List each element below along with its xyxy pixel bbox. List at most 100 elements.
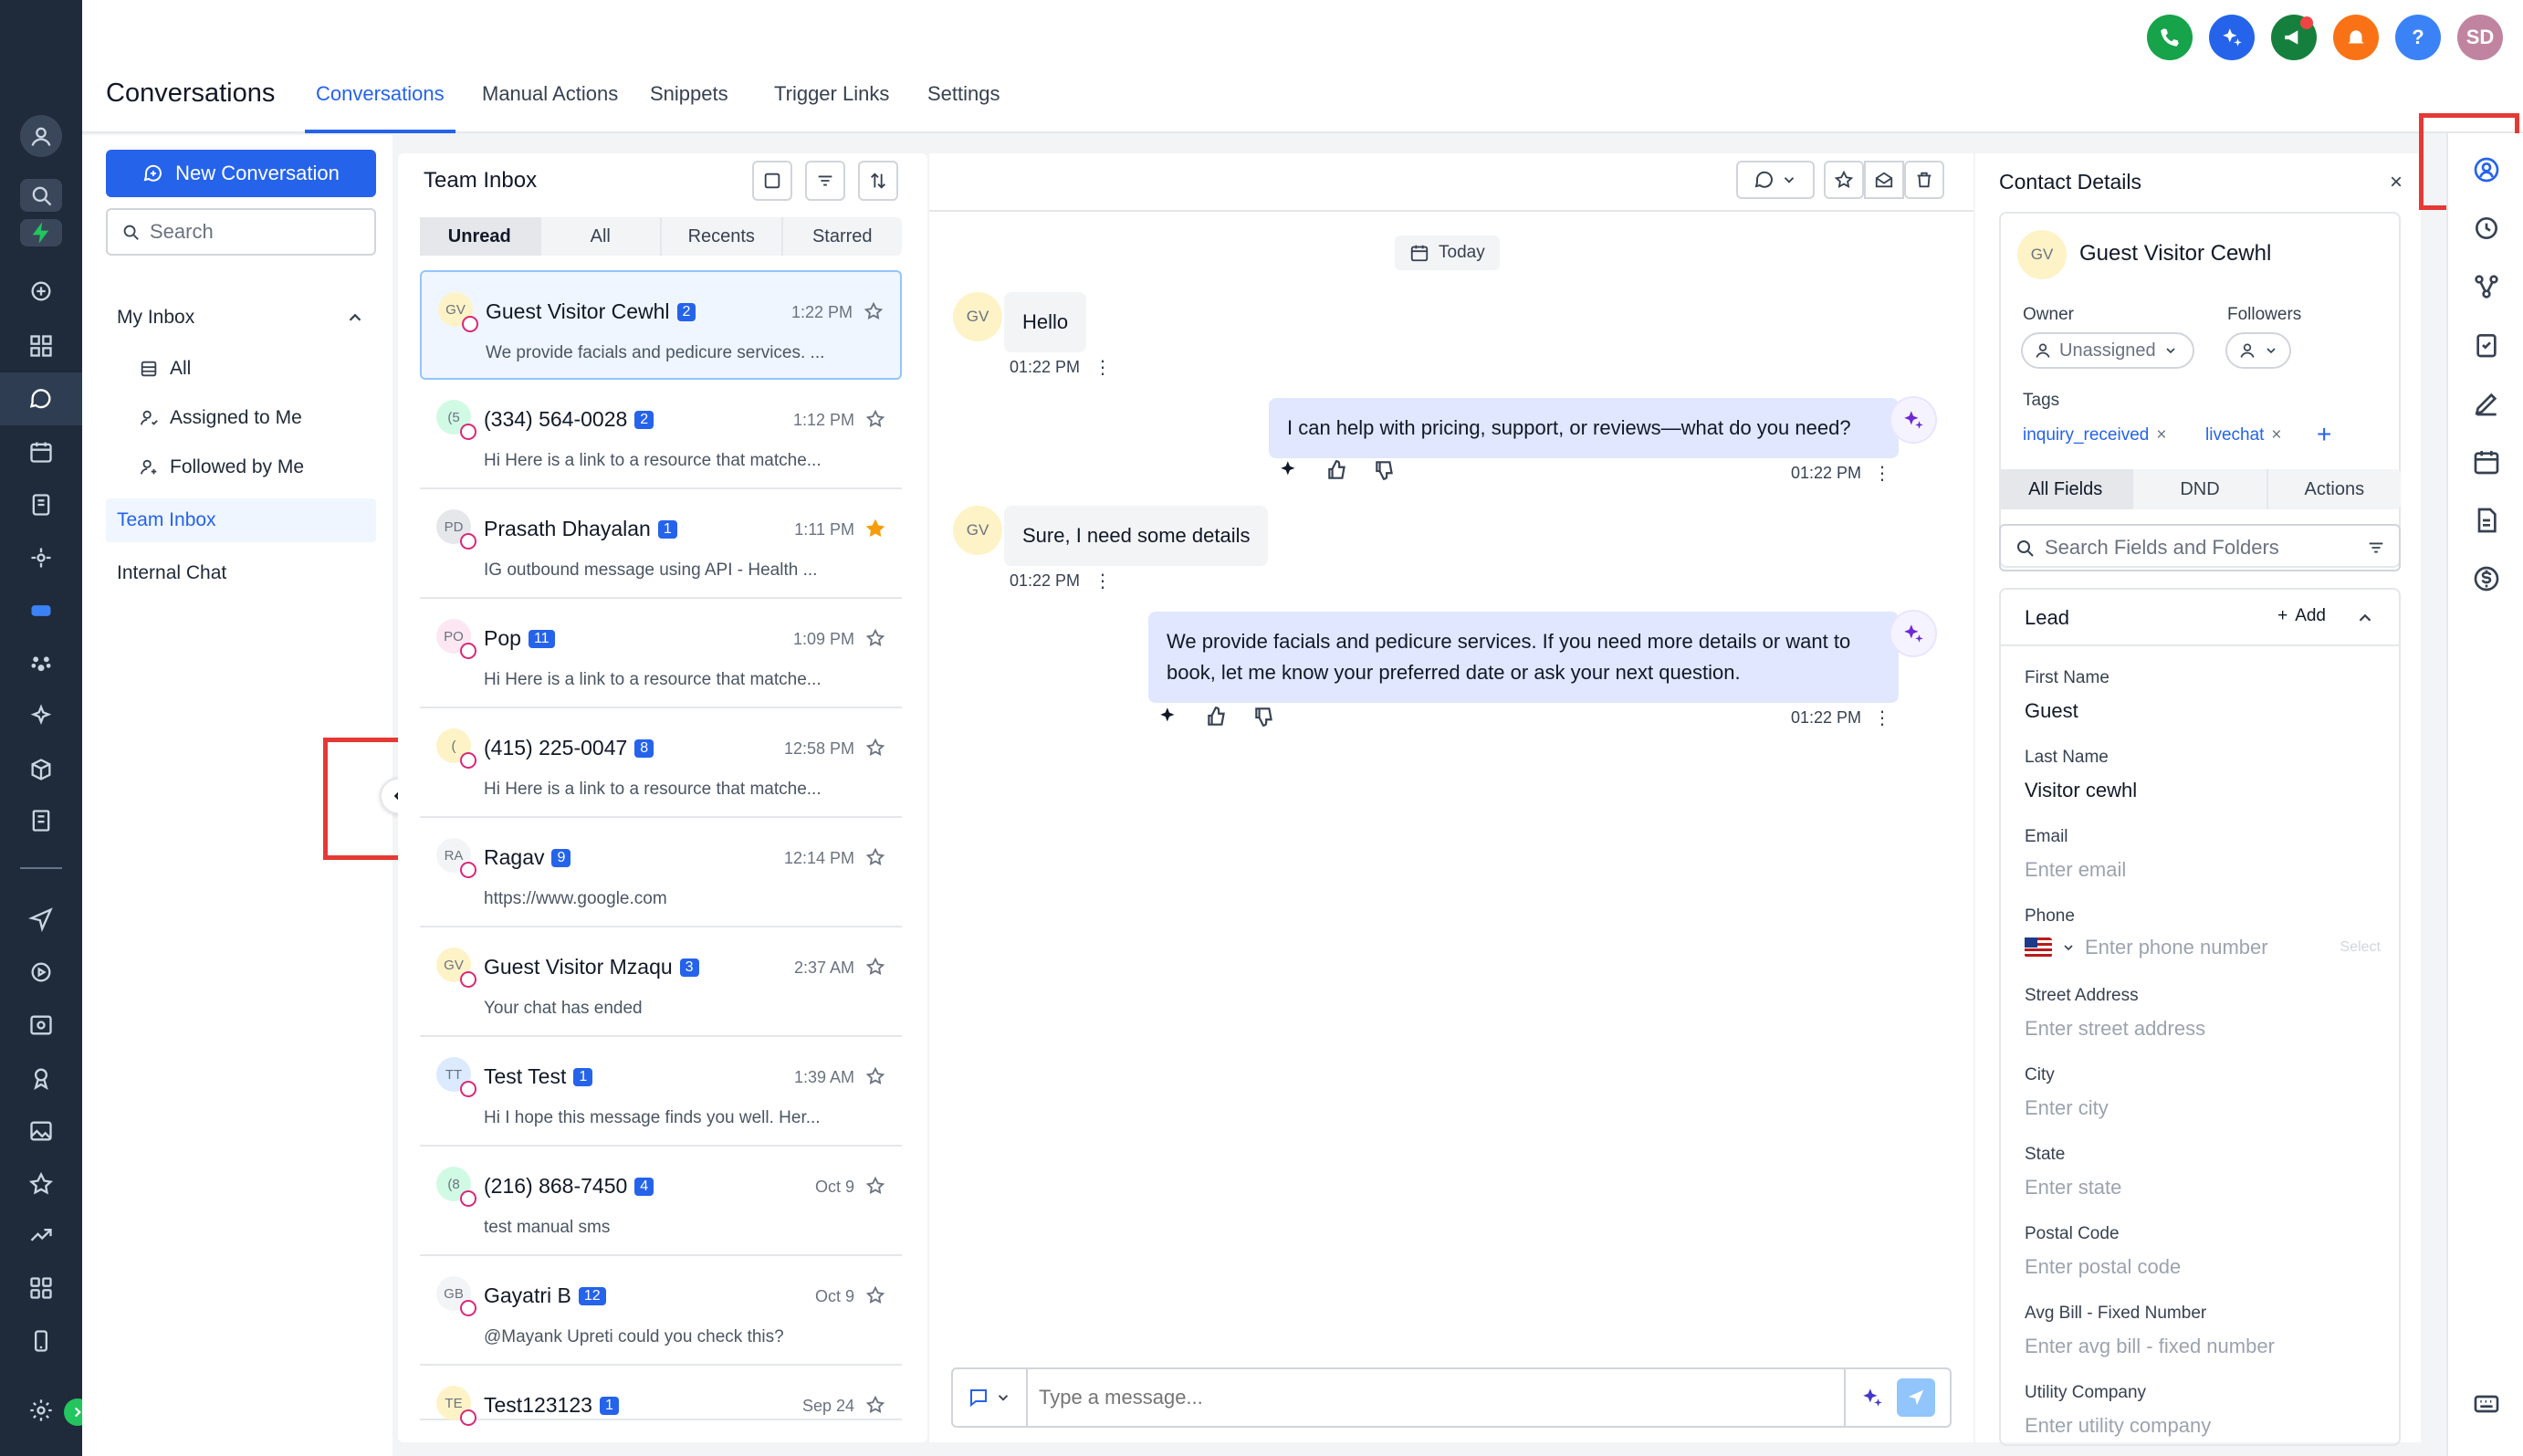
- mark-read-button[interactable]: [1864, 161, 1904, 199]
- star-icon[interactable]: [865, 628, 885, 648]
- star-conversation-button[interactable]: [1824, 161, 1864, 199]
- more-options-icon[interactable]: ⋮: [1094, 570, 1112, 592]
- payments-icon[interactable]: [20, 590, 62, 632]
- account-avatar-icon[interactable]: [20, 115, 62, 157]
- star-icon[interactable]: [865, 1285, 885, 1305]
- calendar-icon[interactable]: [20, 431, 62, 473]
- sidebar-item-internal-chat[interactable]: Internal Chat: [106, 551, 376, 595]
- tab-actions[interactable]: Actions: [2268, 469, 2401, 509]
- conversation-item[interactable]: PD Prasath Dhayalan 1 1:11 PM IG outbound me…: [420, 489, 902, 599]
- automation-icon[interactable]: [20, 696, 62, 738]
- channel-select-button[interactable]: [953, 1369, 1028, 1426]
- filter-icon[interactable]: [2366, 538, 2386, 558]
- reputation-icon[interactable]: [20, 1057, 62, 1099]
- help-button[interactable]: ?: [2395, 15, 2441, 60]
- owner-select[interactable]: Unassigned: [2021, 332, 2194, 369]
- more-options-icon[interactable]: ⋮: [1094, 356, 1112, 379]
- chevron-up-icon[interactable]: [2355, 608, 2375, 628]
- star-icon[interactable]: [20, 1163, 62, 1205]
- history-icon[interactable]: [2472, 214, 2501, 243]
- opportunities-icon[interactable]: [20, 537, 62, 579]
- reporting-icon[interactable]: [20, 1004, 62, 1046]
- tab-all[interactable]: All: [541, 217, 662, 256]
- memberships-icon[interactable]: [20, 800, 62, 842]
- sidebar-item-assigned[interactable]: Assigned to Me: [106, 396, 376, 440]
- phone-input[interactable]: Enter phone number: [2085, 936, 2331, 959]
- tab-conversations[interactable]: Conversations: [305, 82, 455, 133]
- mobile-icon[interactable]: [20, 1320, 62, 1362]
- field-search-input[interactable]: Search Fields and Folders: [1999, 524, 2401, 571]
- app-marketplace-icon[interactable]: [20, 1267, 62, 1309]
- new-conversation-button[interactable]: New Conversation: [106, 150, 376, 197]
- ai-sparkle-icon[interactable]: [2209, 15, 2255, 60]
- thumbs-down-icon[interactable]: [1373, 458, 1397, 482]
- conversation-item[interactable]: GV Guest Visitor Mzaqu 3 2:37 AM Your chat h…: [420, 927, 902, 1037]
- my-inbox-toggle[interactable]: My Inbox: [106, 296, 376, 340]
- tasks-icon[interactable]: [2472, 330, 2501, 360]
- phone-type-select[interactable]: Select: [2340, 939, 2381, 956]
- field-input[interactable]: Enter postal code: [2025, 1255, 2381, 1279]
- bolt-icon[interactable]: [20, 219, 62, 246]
- send-icon[interactable]: [20, 898, 62, 940]
- tab-trigger-links[interactable]: Trigger Links: [763, 82, 900, 133]
- ai-sparkle-icon[interactable]: [1278, 458, 1302, 482]
- tab-recents[interactable]: Recents: [662, 217, 783, 256]
- field-input[interactable]: Enter state: [2025, 1176, 2381, 1199]
- contacts-icon[interactable]: [20, 484, 62, 526]
- megaphone-icon[interactable]: [2271, 15, 2317, 60]
- sidebar-item-all[interactable]: All: [106, 347, 376, 391]
- star-icon[interactable]: [865, 1176, 885, 1196]
- payments-dollar-icon[interactable]: [2472, 564, 2501, 593]
- star-icon[interactable]: [865, 957, 885, 977]
- tab-snippets[interactable]: Snippets: [639, 82, 739, 133]
- star-icon[interactable]: [865, 519, 885, 539]
- tab-unread[interactable]: Unread: [420, 217, 541, 256]
- search-input[interactable]: Search: [106, 208, 376, 256]
- remove-tag-icon[interactable]: ×: [2156, 425, 2166, 445]
- field-input[interactable]: Enter street address: [2025, 1017, 2381, 1041]
- conversation-item[interactable]: (8 (216) 868-7450 4 Oct 9 test manual sms: [420, 1147, 902, 1256]
- star-icon[interactable]: [864, 301, 884, 321]
- media-play-icon[interactable]: [20, 951, 62, 993]
- send-button[interactable]: [1897, 1378, 1935, 1417]
- appointments-calendar-icon[interactable]: [2472, 447, 2501, 477]
- thumbs-up-icon[interactable]: [1205, 705, 1229, 728]
- sidebar-item-team-inbox[interactable]: Team Inbox: [106, 498, 376, 542]
- sort-button[interactable]: [858, 161, 898, 201]
- field-value[interactable]: Visitor cewhl: [2025, 779, 2381, 802]
- delete-conversation-button[interactable]: [1904, 161, 1944, 199]
- us-flag-icon[interactable]: [2025, 937, 2052, 958]
- image-icon[interactable]: [20, 1110, 62, 1152]
- ai-sparkle-icon[interactable]: [1157, 705, 1181, 728]
- field-value[interactable]: Guest: [2025, 699, 2381, 723]
- conversation-item[interactable]: RA Ragav 9 12:14 PM https://www.google.com: [420, 818, 902, 927]
- followers-select[interactable]: [2225, 332, 2291, 369]
- contact-profile-icon[interactable]: [2472, 155, 2501, 184]
- field-input[interactable]: Enter email: [2025, 858, 2381, 882]
- star-icon[interactable]: [865, 738, 885, 758]
- user-avatar[interactable]: SD: [2457, 15, 2503, 60]
- tab-dnd[interactable]: DND: [2133, 469, 2268, 509]
- select-all-checkbox[interactable]: [752, 161, 792, 201]
- more-options-icon[interactable]: ⋮: [1873, 707, 1891, 729]
- lead-section-header[interactable]: Lead + Add: [2001, 590, 2399, 646]
- star-icon[interactable]: [865, 1066, 885, 1086]
- conversations-icon[interactable]: [0, 372, 82, 425]
- settings-gear-icon[interactable]: [20, 1389, 62, 1431]
- tab-starred[interactable]: Starred: [783, 217, 903, 256]
- documents-icon[interactable]: [2472, 506, 2501, 535]
- conversation-item[interactable]: ((415) 225-0047 8 12:58 PM Hi Here is a lin…: [420, 708, 902, 818]
- launchpad-icon[interactable]: [20, 270, 62, 312]
- conversation-item[interactable]: TT Test Test 1 1:39 AM Hi I hope this messag…: [420, 1037, 902, 1147]
- ai-assist-icon[interactable]: [1860, 1386, 1884, 1409]
- chevron-down-icon[interactable]: [2061, 940, 2076, 955]
- more-options-icon[interactable]: ⋮: [1873, 462, 1891, 485]
- dashboard-icon[interactable]: [20, 325, 62, 367]
- sites-icon[interactable]: [20, 749, 62, 791]
- field-input[interactable]: Enter avg bill - fixed number: [2025, 1335, 2381, 1358]
- thumbs-down-icon[interactable]: [1252, 705, 1276, 728]
- channel-switch-button[interactable]: [1736, 161, 1815, 199]
- add-tag-icon[interactable]: +: [2317, 420, 2331, 449]
- conversation-item[interactable]: TE Test123123 1 Sep 24: [420, 1366, 902, 1426]
- star-icon[interactable]: [865, 847, 885, 867]
